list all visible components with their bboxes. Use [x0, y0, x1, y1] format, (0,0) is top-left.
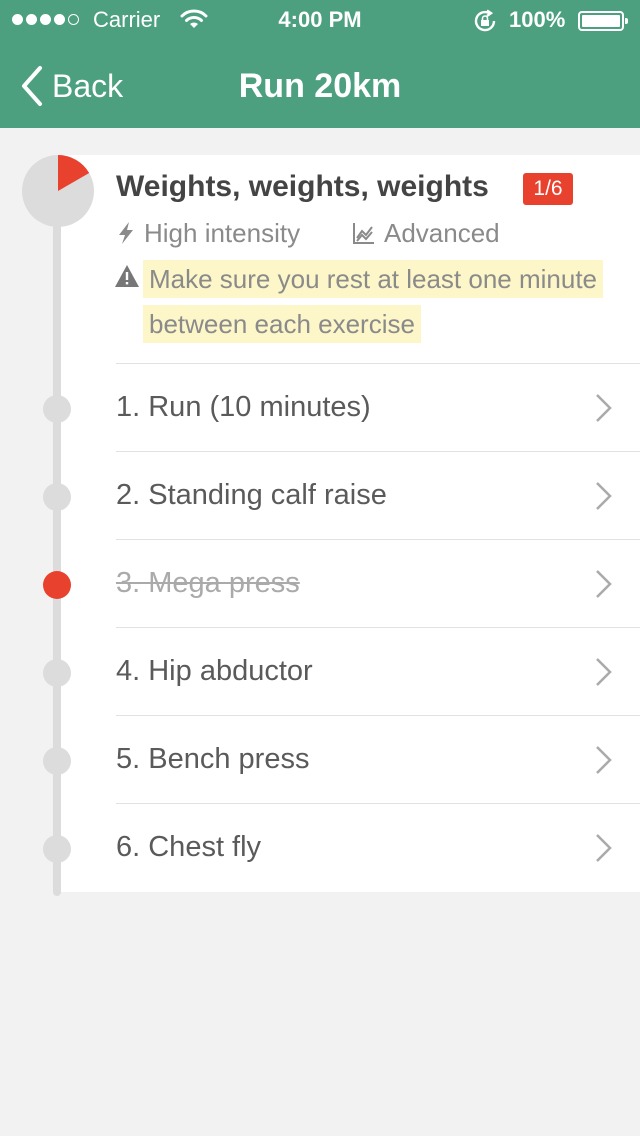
- level-label: Advanced: [384, 217, 500, 248]
- exercise-row-4[interactable]: 4. Hip abductor: [0, 628, 640, 716]
- exercise-row-6[interactable]: 6. Chest fly: [0, 804, 640, 892]
- exercise-row-2[interactable]: 2. Standing calf raise: [0, 452, 640, 540]
- exercise-label: 5. Bench press: [116, 743, 310, 775]
- timeline-node: [43, 483, 71, 511]
- timeline-node: [43, 659, 71, 687]
- exercise-row-3[interactable]: 3. Mega press: [0, 540, 640, 628]
- chevron-right-icon: [596, 570, 612, 598]
- progress-pie-icon: [22, 155, 94, 227]
- chevron-right-icon: [596, 834, 612, 862]
- exercise-label: 1. Run (10 minutes): [116, 391, 371, 423]
- chevron-right-icon: [596, 746, 612, 774]
- back-button-label: Back: [52, 67, 124, 104]
- level-info: Advanced: [352, 217, 500, 249]
- exercise-label: 4. Hip abductor: [116, 655, 313, 687]
- progress-badge: 1/6: [523, 173, 573, 205]
- intensity-label: High intensity: [144, 217, 301, 248]
- exercise-label: 2. Standing calf raise: [116, 479, 387, 511]
- exercise-list: 1. Run (10 minutes) 2. Standing calf rai…: [0, 364, 640, 892]
- warning-message-text: Make sure you rest at least one minute b…: [143, 260, 604, 343]
- timeline-node: [43, 747, 71, 775]
- navigation-bar: Carrier 4:00 PM 100% Back Run 20km: [0, 0, 640, 128]
- warning-triangle-icon: [115, 265, 139, 287]
- exercise-row-1[interactable]: 1. Run (10 minutes): [0, 364, 640, 452]
- back-button[interactable]: Back: [18, 64, 123, 108]
- status-bar: Carrier 4:00 PM 100%: [0, 0, 640, 40]
- exercise-label: 3. Mega press: [116, 567, 300, 599]
- chevron-right-icon: [596, 658, 612, 686]
- chevron-right-icon: [596, 482, 612, 510]
- chart-icon: [353, 223, 374, 244]
- workout-title: Weights, weights, weights: [116, 170, 489, 203]
- timeline-node: [43, 395, 71, 423]
- intensity-info: High intensity: [116, 217, 300, 249]
- battery-percentage: 100%: [509, 7, 566, 32]
- chevron-right-icon: [596, 394, 612, 422]
- battery-icon: [578, 11, 628, 31]
- exercise-label: 6. Chest fly: [116, 831, 262, 863]
- exercise-row-5[interactable]: 5. Bench press: [0, 716, 640, 804]
- timeline-node: [43, 571, 71, 599]
- warning-message: Make sure you rest at least one minute b…: [143, 257, 633, 347]
- lightning-icon: [119, 222, 133, 244]
- rotation-lock-icon: [474, 9, 496, 32]
- timeline-node: [43, 835, 71, 863]
